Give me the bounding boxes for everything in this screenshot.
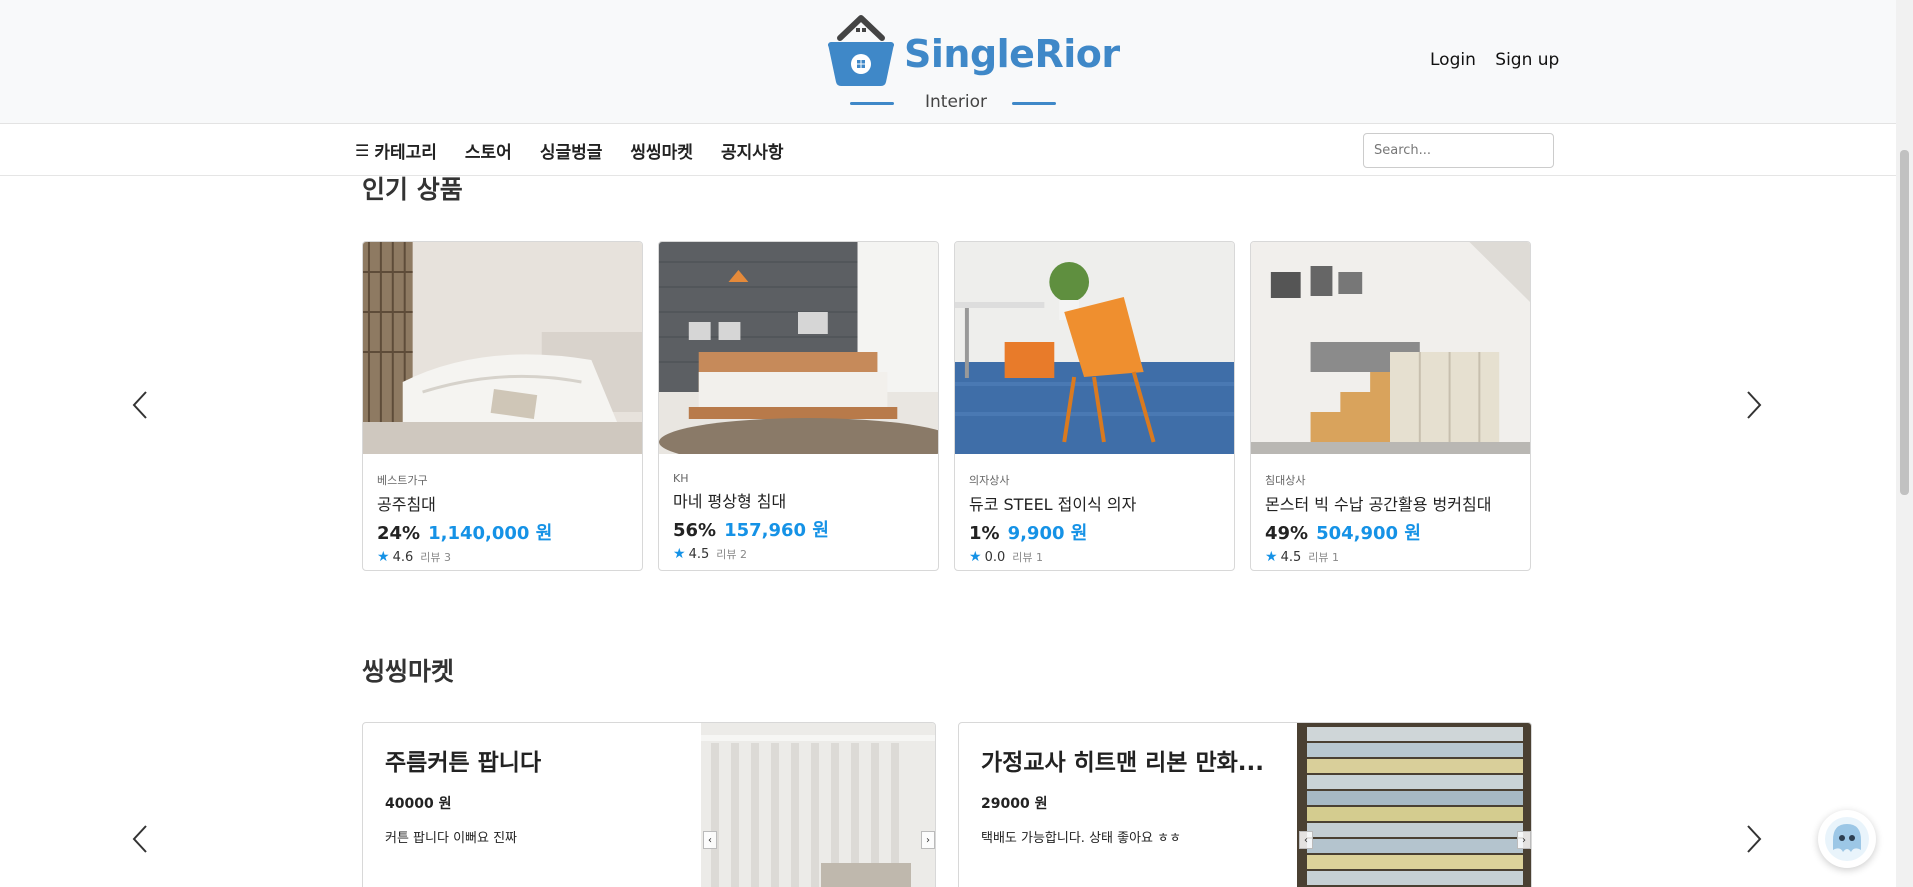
- product-discount: 49%: [1265, 523, 1309, 544]
- chevron-left-icon: [132, 825, 147, 853]
- product-card[interactable]: 베스트가구 공주침대 24% 1,140,000 원 ★ 4.6 리뷰 3: [362, 241, 643, 571]
- product-reviews: 리뷰 2: [716, 548, 747, 561]
- nav-item-label: 스토어: [464, 143, 512, 163]
- nav-item-label: 싱글벙글: [539, 143, 603, 163]
- product-discount: 1%: [969, 523, 1000, 544]
- nav-item-category[interactable]: ☰ 카테고리: [355, 138, 437, 163]
- product-price: 9,900 원: [1007, 523, 1088, 544]
- nav-item-label: 공지사항: [720, 143, 784, 163]
- page-scrollbar[interactable]: [1896, 0, 1913, 887]
- chat-button[interactable]: [1818, 810, 1876, 868]
- market-item-price: 29000 원: [981, 796, 1048, 812]
- divider: [1012, 102, 1056, 105]
- product-reviews: 리뷰 1: [1308, 551, 1339, 564]
- divider: [850, 102, 894, 105]
- nav-item-community[interactable]: 싱글벙글: [540, 138, 603, 163]
- market-item-desc: 택배도 가능합니다. 상태 좋아요 ㅎㅎ: [981, 831, 1182, 846]
- image-prev-button[interactable]: ‹: [703, 831, 717, 849]
- site-header: SingleRior Interior Login Sign up: [0, 0, 1896, 124]
- product-card[interactable]: 의자상사 듀코 STEEL 접이식 의자 1% 9,900 원 ★ 0.0 리뷰 1: [954, 241, 1235, 571]
- nav-item-market[interactable]: 씽씽마켓: [630, 138, 693, 163]
- search-input[interactable]: [1363, 133, 1554, 168]
- product-reviews: 리뷰 1: [1012, 551, 1043, 564]
- carousel-next-button[interactable]: [1742, 388, 1766, 422]
- product-brand: 베스트가구: [377, 474, 428, 487]
- product-image: [659, 242, 938, 466]
- product-card[interactable]: 침대상사 몬스터 빅 수납 공간활용 벙커침대 49% 504,900 원 ★ 4.…: [1250, 241, 1531, 571]
- signup-link[interactable]: Sign up: [1495, 50, 1559, 70]
- product-brand: 침대상사: [1265, 474, 1306, 487]
- product-rating: 4.5: [688, 546, 710, 562]
- star-icon: ★: [1265, 549, 1278, 565]
- chevron-right-icon: [1747, 391, 1762, 419]
- brand-name: SingleRior: [904, 32, 1120, 76]
- logo[interactable]: SingleRior Interior: [826, 12, 1120, 114]
- product-rating: 4.5: [1280, 549, 1302, 565]
- market-item-image: [1297, 723, 1531, 887]
- image-next-button[interactable]: ›: [921, 831, 935, 849]
- market-item-image: [701, 723, 935, 887]
- scrollbar-thumb[interactable]: [1900, 150, 1909, 495]
- menu-icon: ☰: [355, 141, 370, 160]
- image-prev-button[interactable]: ‹: [1299, 831, 1313, 849]
- product-image: [955, 242, 1234, 454]
- nav-item-label: 카테고리: [374, 143, 437, 163]
- product-image: [1251, 242, 1530, 454]
- chatbot-icon: [1825, 817, 1869, 861]
- product-name: 공주침대: [377, 495, 436, 514]
- product-reviews: 리뷰 3: [420, 551, 451, 564]
- carousel-prev-button[interactable]: [128, 388, 152, 422]
- product-brand: 의자상사: [969, 474, 1010, 487]
- star-icon: ★: [377, 549, 390, 565]
- nav-item-notice[interactable]: 공지사항: [721, 138, 784, 163]
- product-discount: 56%: [673, 520, 717, 541]
- nav-item-store[interactable]: 스토어: [465, 138, 512, 163]
- image-next-button[interactable]: ›: [1517, 831, 1531, 849]
- market-item-desc: 커튼 팝니다 이뻐요 진짜: [385, 831, 517, 846]
- popular-section-title: 인기 상품: [362, 175, 463, 204]
- product-name: 듀코 STEEL 접이식 의자: [969, 495, 1137, 514]
- product-brand: KH: [673, 472, 689, 485]
- brand-subtitle: Interior: [924, 92, 987, 112]
- market-item-title: 가정교사 히트맨 리본 만화...: [981, 750, 1264, 776]
- product-rating: 0.0: [984, 549, 1006, 565]
- login-link[interactable]: Login: [1430, 50, 1476, 70]
- market-card[interactable]: 주름커튼 팝니다 40000 원 커튼 팝니다 이뻐요 진짜 ‹ ›: [362, 722, 936, 887]
- market-card[interactable]: 가정교사 히트맨 리본 만화... 29000 원 택배도 가능합니다. 상태 …: [958, 722, 1532, 887]
- brand-subtitle-row: Interior: [826, 90, 1056, 114]
- basket-house-icon: [828, 15, 894, 86]
- page: SingleRior Interior Login Sign up ☰ 카테고리…: [0, 0, 1913, 887]
- market-prev-button[interactable]: [128, 822, 152, 856]
- market-next-button[interactable]: [1742, 822, 1766, 856]
- star-icon: ★: [673, 546, 686, 562]
- nav-item-label: 씽씽마켓: [630, 143, 693, 163]
- product-image: [363, 242, 642, 454]
- product-price: 504,900 원: [1316, 523, 1421, 544]
- market-item-title: 주름커튼 팝니다: [385, 750, 542, 776]
- main-nav: ☰ 카테고리 스토어 싱글벙글 씽씽마켓 공지사항: [0, 124, 1896, 176]
- product-rating: 4.6: [392, 549, 414, 565]
- product-price: 1,140,000 원: [428, 523, 553, 544]
- product-price: 157,960 원: [724, 520, 829, 541]
- market-section-title: 씽씽마켓: [362, 657, 455, 686]
- product-name: 마네 평상형 침대: [673, 492, 787, 511]
- product-name: 몬스터 빅 수납 공간활용 벙커침대: [1265, 495, 1492, 514]
- market-item-price: 40000 원: [385, 796, 452, 812]
- chevron-right-icon: [1747, 825, 1762, 853]
- auth-links: Login Sign up: [1430, 50, 1573, 70]
- product-card[interactable]: KH 마네 평상형 침대 56% 157,960 원 ★ 4.5 리뷰 2: [658, 241, 939, 571]
- product-discount: 24%: [377, 523, 421, 544]
- star-icon: ★: [969, 549, 982, 565]
- chevron-left-icon: [132, 391, 147, 419]
